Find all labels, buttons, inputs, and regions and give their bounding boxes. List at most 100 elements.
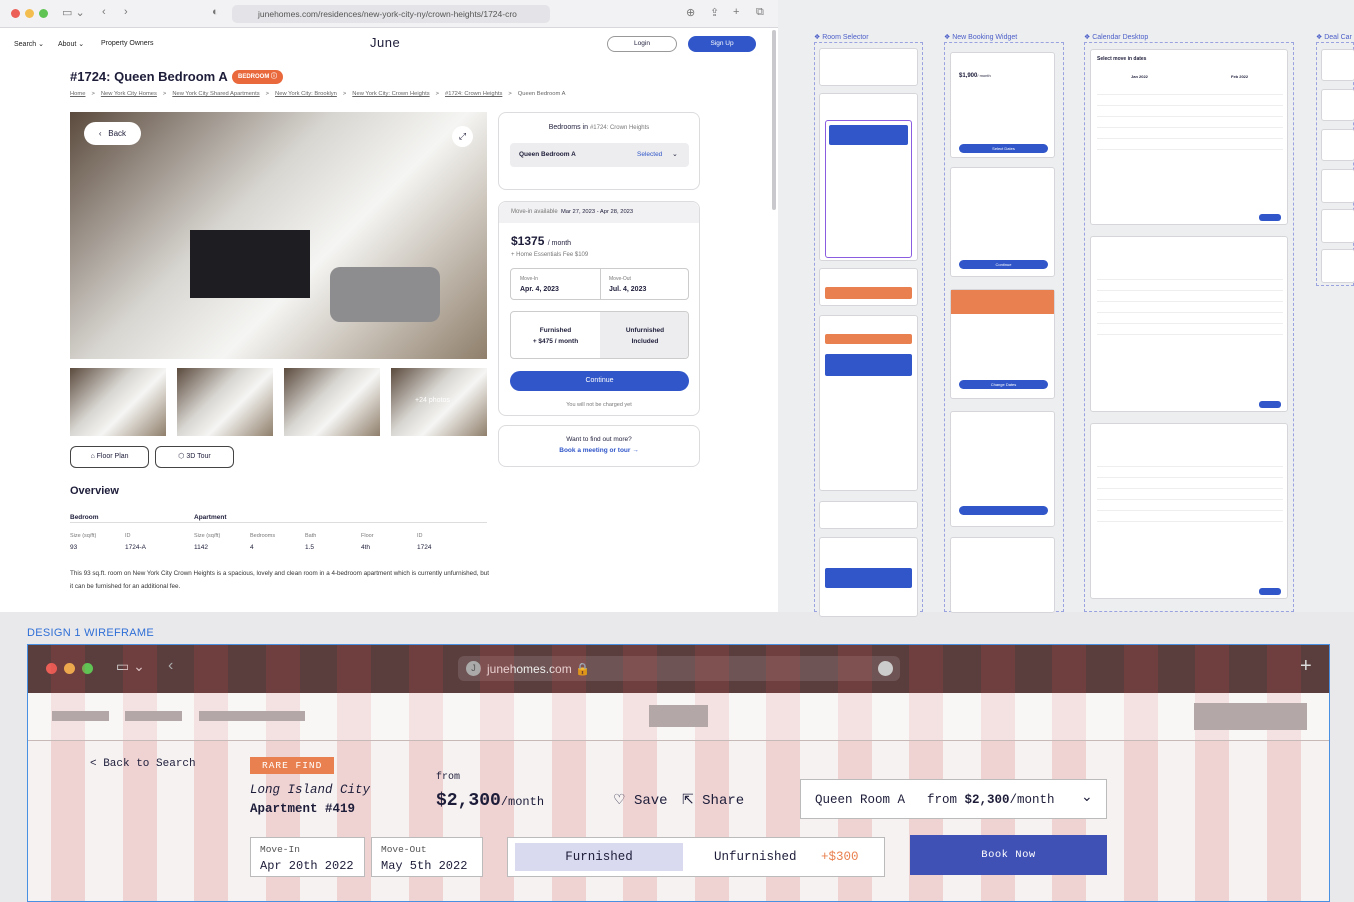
wf-grid-column: [51, 645, 85, 901]
calendar-frame-label[interactable]: ❖ Calendar Desktop: [1084, 33, 1148, 41]
nav-property-owners[interactable]: Property Owners: [101, 40, 154, 47]
wf-room-price: from $2,300/month: [927, 793, 1055, 807]
back-arrow-icon[interactable]: ‹: [102, 6, 106, 18]
login-button[interactable]: Login: [607, 36, 677, 52]
wf-grid-column: [194, 645, 228, 901]
room-selector-frame[interactable]: [814, 42, 923, 617]
wireframe-label[interactable]: DESIGN 1 WIREFRAME: [27, 627, 154, 639]
zoom-window-button[interactable]: [39, 9, 48, 18]
mini-continue-button-2[interactable]: [959, 506, 1048, 515]
wf-logo: [649, 705, 708, 727]
thumbnail-3[interactable]: [284, 368, 380, 436]
wf-move-in-label: Move-In: [260, 844, 300, 855]
move-out-date[interactable]: Jul. 4, 2023: [609, 286, 646, 293]
tv-image: [190, 230, 310, 298]
main-photo[interactable]: ‹ Back ⤢: [70, 112, 487, 359]
shield-icon[interactable]: ◐: [212, 6, 219, 18]
continue-button[interactable]: Continue: [510, 371, 689, 391]
mini-select-dates-button[interactable]: Select Dates: [959, 144, 1048, 153]
breadcrumb-item[interactable]: New York City: Brooklyn: [275, 91, 337, 97]
wf-furnish-toggle[interactable]: Furnished Unfurnished +$300: [507, 837, 885, 877]
move-in-label: Move-In: [520, 276, 539, 282]
calendar-mini-2: [1090, 236, 1288, 412]
3d-tour-button[interactable]: ⬡ 3D Tour: [155, 446, 234, 468]
wf-furnished[interactable]: Furnished: [515, 843, 683, 871]
wf-room-dropdown[interactable]: Queen Room A from $2,300/month ⌄: [800, 779, 1107, 819]
wf-share[interactable]: ⇱ Share: [682, 792, 744, 809]
back-button[interactable]: ‹ Back: [84, 122, 141, 145]
wf-unfurnished[interactable]: Unfurnished: [714, 850, 797, 864]
selected-status: Selected: [637, 151, 663, 158]
minimize-window-button[interactable]: [25, 9, 34, 18]
calendar-save-1[interactable]: [1259, 214, 1281, 221]
breadcrumb-item[interactable]: New York City Shared Apartments: [172, 91, 259, 97]
nav-about[interactable]: About ⌄: [58, 40, 84, 48]
sidebar-icon[interactable]: ▭ ⌄: [62, 6, 85, 19]
floor-plan-button[interactable]: ⌂ Floor Plan: [70, 446, 149, 468]
breadcrumb-item[interactable]: New York City: Crown Heights: [352, 91, 429, 97]
mini-change-dates-button[interactable]: Change Dates: [959, 380, 1048, 389]
wf-room: Queen Room A: [815, 793, 906, 807]
brand-logo[interactable]: June: [370, 35, 400, 50]
wireframe-frame[interactable]: ▭ ⌄ ‹ J junehomes.com 🔒 + < Back to Sear…: [27, 644, 1330, 902]
room-dropdown[interactable]: Queen Bedroom A Selected ⌄: [510, 143, 689, 167]
breadcrumb-item[interactable]: #1724: Crown Heights: [445, 91, 502, 97]
included-label: Included: [631, 338, 659, 345]
tabs-overview-icon[interactable]: ⧉: [756, 6, 764, 19]
room-selector-mini-4: [819, 315, 918, 491]
booking-widget-frame[interactable]: $1,900/ month Select Dates Continue Chan…: [944, 42, 1064, 613]
price-value: $1375: [511, 234, 545, 248]
calendar-save-2[interactable]: [1259, 401, 1281, 408]
room-selector-frame-label[interactable]: ❖ Room Selector: [814, 33, 869, 41]
wf-nav-1: [52, 711, 109, 721]
chevron-down-icon: ⌄: [672, 151, 678, 158]
fact-label: ID: [125, 533, 131, 539]
wf-save[interactable]: ♡ Save: [613, 792, 668, 809]
signup-button[interactable]: Sign Up: [688, 36, 756, 52]
booking-mini-5: [950, 537, 1055, 613]
wf-book-now-button[interactable]: Book Now: [910, 835, 1107, 875]
calendar-save-3[interactable]: [1259, 588, 1281, 595]
furnished-option[interactable]: Furnished + $475 / month: [511, 312, 600, 358]
download-icon[interactable]: ⊕: [686, 6, 695, 19]
room-alert-blue: [829, 125, 908, 145]
wf-new-tab-icon: +: [1300, 655, 1312, 677]
expand-icon[interactable]: ⤢: [452, 126, 473, 147]
new-tab-icon[interactable]: +: [733, 6, 739, 18]
deal-frame-label[interactable]: ❖ Deal Car: [1316, 33, 1352, 41]
calendar-frame[interactable]: Select move in dates Jan 2022 Feb 2022: [1084, 42, 1294, 612]
room-selector-mini-2: [819, 93, 918, 261]
breadcrumb-item[interactable]: Home: [70, 91, 85, 97]
bedrooms-in-title: Bedrooms in #1724: Crown Heights: [499, 124, 699, 131]
new-booking-frame-label[interactable]: ❖ New Booking Widget: [944, 33, 1017, 41]
wf-move-out[interactable]: Move-Out May 5th 2022: [371, 837, 483, 877]
wf-more-icon: [878, 661, 893, 676]
wf-move-in[interactable]: Move-In Apr 20th 2022: [250, 837, 365, 877]
furnish-toggle[interactable]: Furnished + $475 / month Unfurnished Inclu…: [510, 311, 689, 359]
thumbnail-1[interactable]: [70, 368, 166, 436]
calendar-title-1: Select move in dates: [1097, 56, 1147, 62]
thumbnail-2[interactable]: [177, 368, 273, 436]
dates-picker[interactable]: Move-In Apr. 4, 2023 Move-Out Jul. 4, 20…: [510, 268, 689, 300]
thumbnail-more[interactable]: +24 photos: [391, 368, 487, 436]
mini-continue-button[interactable]: Continue: [959, 260, 1048, 269]
share-icon[interactable]: ⇪: [710, 6, 719, 19]
nav-search[interactable]: Search ⌄: [14, 40, 44, 48]
wf-back-to-search[interactable]: < Back to Search: [90, 758, 196, 770]
breadcrumb-item[interactable]: New York City Homes: [101, 91, 157, 97]
deal-card-frame[interactable]: [1316, 42, 1354, 286]
address-bar[interactable]: junehomes.com/residences/new-york-city-n…: [232, 5, 550, 23]
forward-arrow-icon[interactable]: ›: [124, 6, 128, 18]
fact-value: 93: [70, 544, 78, 551]
unfurnished-option[interactable]: Unfurnished Included: [600, 312, 688, 358]
deal-mini-4: [1321, 169, 1354, 203]
scrollbar[interactable]: [772, 30, 776, 210]
calendar-mini-1: Select move in dates Jan 2022 Feb 2022: [1090, 49, 1288, 225]
fact-label: Bath: [305, 533, 317, 539]
deal-mini-1: [1321, 49, 1354, 81]
move-in-date[interactable]: Apr. 4, 2023: [520, 286, 559, 293]
close-window-button[interactable]: [11, 9, 20, 18]
floor-plan-label: Floor Plan: [96, 453, 129, 460]
rare-bar: [825, 287, 912, 299]
book-meeting-link[interactable]: Book a meeting or tour →: [499, 447, 699, 454]
